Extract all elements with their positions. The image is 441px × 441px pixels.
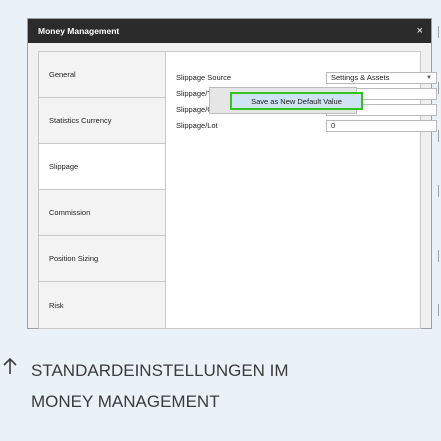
edge-tick (438, 82, 439, 94)
tab-statistics-currency[interactable]: Statistics Currency (39, 98, 165, 144)
edge-tick (438, 304, 439, 316)
caption-line-2: MONEY MANAGEMENT (31, 392, 220, 411)
slippage-source-dropdown[interactable]: Settings & Assets ▼ (326, 72, 437, 84)
title-bar: Money Management × (28, 19, 431, 43)
save-as-new-default-value-menu-item[interactable]: Save as New Default Value (230, 92, 363, 110)
tab-general[interactable]: General (39, 52, 165, 98)
edge-tick (438, 130, 439, 142)
tab-slippage[interactable]: Slippage (39, 144, 166, 190)
tab-commission[interactable]: Commission (39, 190, 165, 236)
slippage-source-value: Settings & Assets (331, 73, 390, 82)
close-icon[interactable]: × (417, 25, 423, 37)
window-title: Money Management (38, 26, 120, 36)
slippage-lot-label: Slippage/Lot (176, 121, 218, 130)
caption-line-1: STANDARDEINSTELLUNGEN IM (31, 361, 289, 380)
up-arrow-icon (2, 357, 18, 380)
tab-position-sizing[interactable]: Position Sizing (39, 236, 165, 282)
money-management-dialog: Money Management × General Statistics Cu… (27, 18, 437, 329)
edge-tick (438, 26, 439, 38)
slippage-lot-field[interactable]: 0 (326, 120, 437, 132)
slippage-source-label: Slippage Source (176, 73, 232, 82)
chevron-down-icon: ▼ (426, 75, 432, 81)
tab-risk[interactable]: Risk (39, 282, 165, 328)
tab-list: General Statistics Currency Slippage Com… (38, 51, 166, 329)
edge-tick (438, 185, 439, 197)
edge-tick (438, 250, 439, 262)
caption: STANDARDEINSTELLUNGEN IM MONEY MANAGEMEN… (31, 355, 411, 417)
context-menu: Save as New Default Value (209, 87, 363, 114)
dialog-content: General Statistics Currency Slippage Com… (28, 43, 437, 329)
